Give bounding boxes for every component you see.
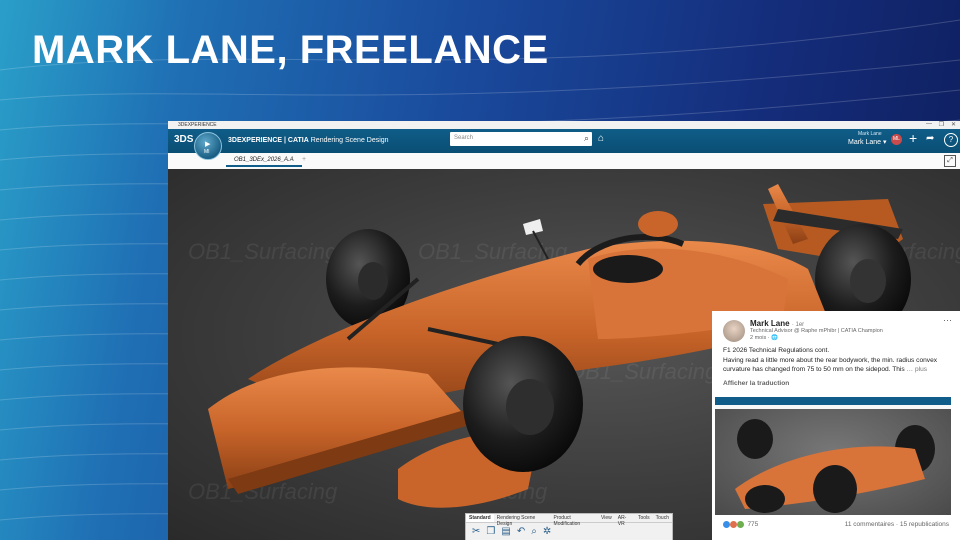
tag-icon[interactable]: ⌂ xyxy=(598,133,604,144)
post-text: F1 2026 Technical Regulations cont. Havi… xyxy=(723,346,953,375)
image-car-thumbnail xyxy=(735,419,935,513)
rear-left-rim xyxy=(358,262,388,300)
undo-icon[interactable]: ↶ xyxy=(517,526,525,537)
tab-standard[interactable]: Standard xyxy=(466,514,494,522)
ds-logo: 3DS xyxy=(174,134,194,145)
support-icon xyxy=(736,521,744,528)
image-viewport xyxy=(715,409,951,515)
comments-reposts-count[interactable]: 11 commentaires · 15 republications xyxy=(845,521,949,528)
add-tab-button[interactable]: + xyxy=(302,156,306,163)
expand-icon[interactable]: ⤢ xyxy=(944,155,956,167)
author-name-text: Mark Lane xyxy=(750,319,790,328)
app-topbar: 3DS ▶ MI 3DEXPERIENCE | CATIA Rendering … xyxy=(168,129,960,160)
rear-right-rim xyxy=(850,259,886,303)
tab-ar-vr[interactable]: AR-VR xyxy=(615,514,635,527)
add-icon[interactable]: + xyxy=(909,130,917,146)
user-menu[interactable]: Mark Lane ▾ xyxy=(848,138,887,146)
front-right-rim xyxy=(506,379,554,435)
action-bar: Standard Rendering Scene Design Product … xyxy=(465,513,673,540)
tab-bar: OB1_3DEx_2026_A.A + ⤢ xyxy=(168,153,960,170)
reactions[interactable]: 775 xyxy=(723,521,758,528)
avatar[interactable] xyxy=(723,320,745,342)
action-bar-tabs: Standard Rendering Scene Design Product … xyxy=(466,514,672,527)
brand-suffix: Rendering Scene Design xyxy=(310,137,389,144)
post-line-2: Having read a little more about the rear… xyxy=(723,356,938,374)
maximize-button[interactable]: ❐ xyxy=(939,121,944,128)
window-titlebar: 3DEXPERIENCE — ❐ ✕ xyxy=(168,121,960,129)
zoom-icon[interactable]: ⌕ xyxy=(531,526,537,537)
post-line-1: F1 2026 Technical Regulations cont. xyxy=(723,347,830,354)
brand-prefix: 3DEXPERIENCE | CATIA xyxy=(228,137,309,144)
user-caption: Mark Lane xyxy=(858,131,882,137)
author-headline: Technical Advisor @ Raphe mPhibr | CATIA… xyxy=(750,328,883,334)
tab-product-modification[interactable]: Product Modification xyxy=(551,514,598,527)
minimize-button[interactable]: — xyxy=(926,121,932,127)
search-input[interactable]: Search ⌕ xyxy=(450,132,592,146)
translate-link[interactable]: Afficher la traduction xyxy=(723,380,789,387)
paste-icon[interactable]: ▤ xyxy=(501,526,510,537)
search-placeholder: Search xyxy=(454,135,474,141)
more-options-icon[interactable]: ··· xyxy=(943,315,952,325)
tab-touch[interactable]: Touch xyxy=(653,514,672,522)
author-name[interactable]: Mark Lane · 1er xyxy=(750,319,804,328)
image-app-bar xyxy=(715,397,951,405)
cut-icon[interactable]: ✂ xyxy=(472,526,480,537)
avatar[interactable]: ML xyxy=(891,134,902,145)
post-image[interactable] xyxy=(715,397,951,515)
linkedin-post-card: Mark Lane · 1er Technical Advisor @ Raph… xyxy=(712,311,960,540)
app-brand: 3DEXPERIENCE | CATIA Rendering Scene Des… xyxy=(228,137,389,144)
celebrate-icon xyxy=(729,521,737,528)
search-icon[interactable]: ⌕ xyxy=(584,133,589,144)
airbox xyxy=(638,211,678,237)
copy-icon[interactable]: ❐ xyxy=(486,526,495,537)
help-icon[interactable]: ? xyxy=(944,133,958,147)
settings-icon[interactable]: ✲ xyxy=(543,526,551,537)
play-icon: ▶ xyxy=(205,141,211,148)
cockpit xyxy=(593,255,663,283)
share-icon[interactable]: ➦ xyxy=(926,133,934,144)
like-icon xyxy=(723,521,730,528)
mirror-stalk xyxy=(532,230,549,260)
compass-button[interactable]: ▶ MI xyxy=(194,132,222,160)
window-title: 3DEXPERIENCE xyxy=(178,122,217,128)
compass-label: MI xyxy=(204,149,210,155)
tab-view[interactable]: View xyxy=(598,514,615,522)
tab-rendering-scene-design[interactable]: Rendering Scene Design xyxy=(494,514,551,527)
close-button[interactable]: ✕ xyxy=(951,121,956,128)
tab-tools[interactable]: Tools xyxy=(635,514,653,522)
see-more-link[interactable]: … plus xyxy=(907,366,928,373)
post-time: 2 mois · 🌐 xyxy=(750,335,778,341)
reactions-count: 775 xyxy=(747,521,759,528)
tab-ob1-3dex[interactable]: OB1_3DEx_2026_A.A xyxy=(226,155,302,167)
slide-title: MARK LANE, FREELANCE xyxy=(32,28,549,72)
